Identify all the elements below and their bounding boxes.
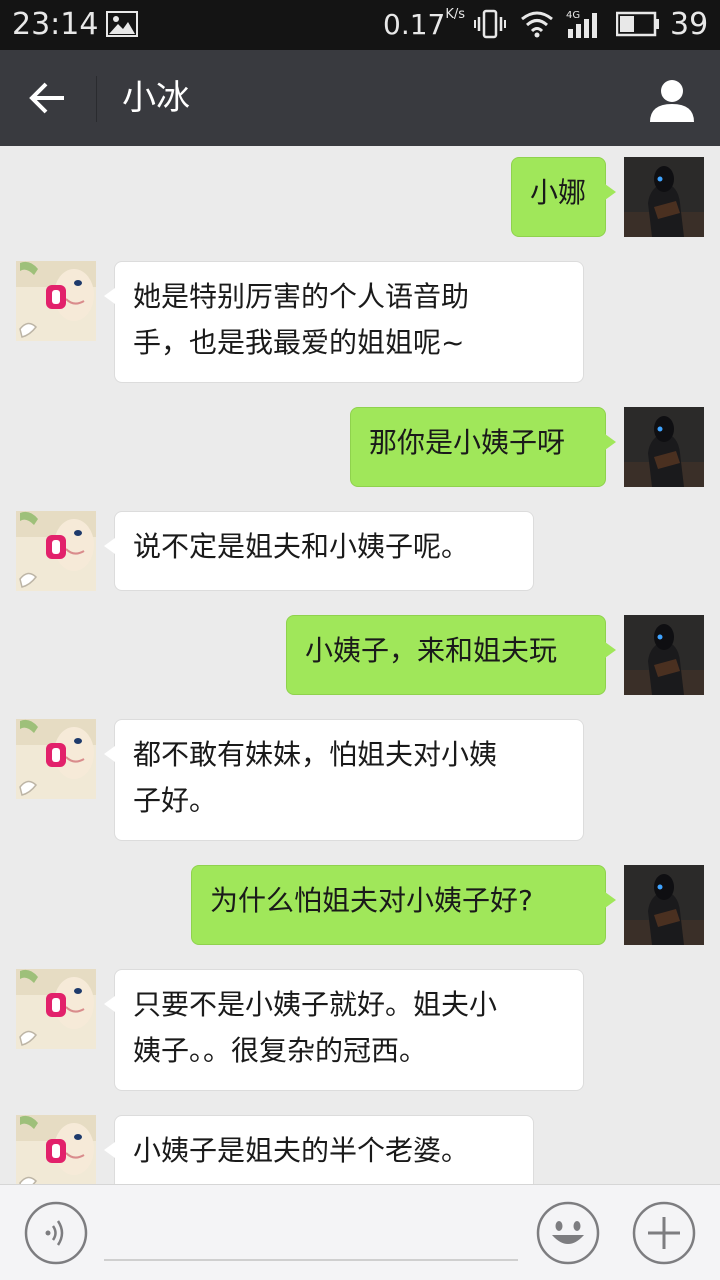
message-input[interactable] [104,1205,518,1261]
wifi-icon [520,10,554,42]
emoji-button[interactable] [536,1201,600,1265]
user-avatar[interactable] [624,615,704,695]
net-speed: 0.17K/s [383,8,465,42]
message-bubble[interactable]: 为什么怕姐夫对小姨子好? [191,865,616,945]
person-icon [650,80,694,122]
image-icon [106,11,138,41]
user-avatar[interactable] [624,157,704,237]
profile-button[interactable] [646,76,698,124]
chat-title: 小冰 [122,78,190,118]
signal-icon: 4G [566,9,604,43]
voice-button[interactable] [24,1201,88,1265]
header-divider [96,76,97,122]
message-bubble[interactable]: 小姨子，来和姐夫玩 [286,615,616,695]
smiley-icon [536,1201,600,1265]
xiaobing-avatar[interactable] [16,969,96,1049]
status-time: 23:14 [12,7,99,42]
back-button[interactable] [22,76,74,120]
plus-icon [632,1201,696,1265]
xiaobing-avatar[interactable] [16,261,96,341]
vibrate-icon [474,9,506,43]
message-bubble[interactable]: 只要不是小姨子就好。姐夫小 姨子。。很复杂的冠西。 [104,969,584,1091]
user-avatar[interactable] [624,865,704,945]
more-button[interactable] [632,1201,696,1265]
chat-header: 小冰 [0,50,720,146]
message-list[interactable]: 小娜 她是特别厉害的个人语音助 手，也是我最爱的姐姐呢~ 那你是小姨子呀 说不定… [0,146,720,1184]
battery-level: 39 [670,7,709,42]
message-bubble[interactable]: 都不敢有妹妹，怕姐夫对小姨 子好。 [104,719,584,841]
input-bar [0,1184,720,1280]
xiaobing-avatar[interactable] [16,719,96,799]
message-bubble[interactable]: 那你是小姨子呀 [350,407,616,487]
user-avatar[interactable] [624,407,704,487]
voice-icon [24,1201,88,1265]
message-bubble[interactable]: 小姨子是姐夫的半个老婆。 [104,1115,534,1184]
xiaobing-avatar[interactable] [16,1115,96,1184]
network-type-label: 4G [566,10,580,21]
status-bar: 23:14 0.17K/s 4G 39 [0,0,720,50]
message-bubble[interactable]: 小娜 [511,157,616,237]
xiaobing-avatar[interactable] [16,511,96,591]
net-speed-unit: K/s [445,7,466,22]
arrow-left-icon [29,82,64,114]
battery-icon [615,11,660,41]
message-bubble[interactable]: 她是特别厉害的个人语音助 手，也是我最爱的姐姐呢~ [104,261,584,383]
net-speed-value: 0.17 [383,8,446,41]
message-bubble[interactable]: 说不定是姐夫和小姨子呢。 [104,511,534,591]
